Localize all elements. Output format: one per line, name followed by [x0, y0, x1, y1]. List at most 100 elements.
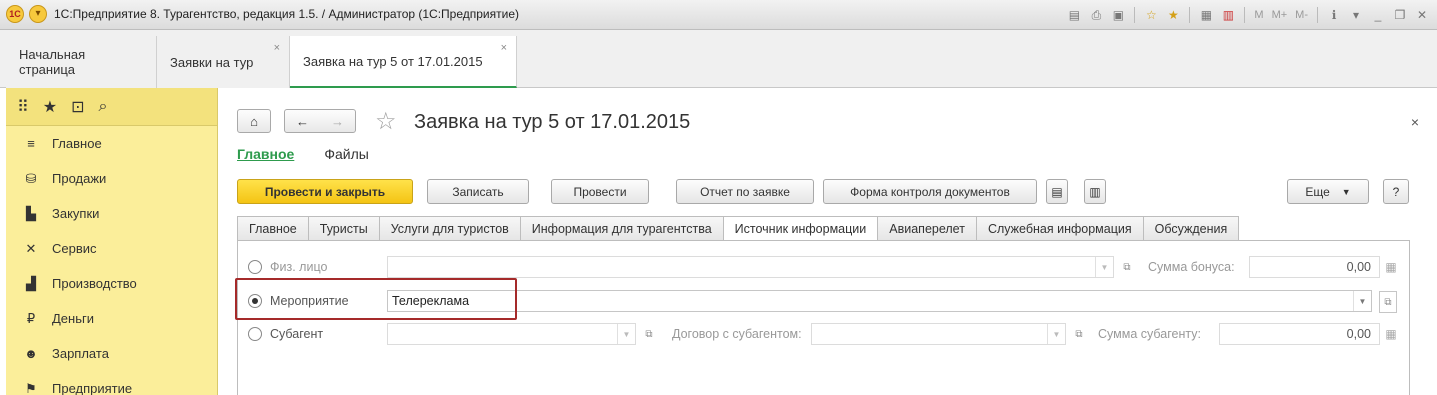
add-favorite-icon[interactable]: ☆ — [1142, 6, 1160, 24]
bonus-label: Сумма бонуса: — [1148, 260, 1235, 274]
save-icon[interactable]: ▤ — [1065, 6, 1083, 24]
chevron-down-icon[interactable]: ▼ — [1095, 257, 1113, 277]
tab-discussions[interactable]: Обсуждения — [1142, 216, 1240, 241]
sidebar-item-service[interactable]: ✕ Сервис — [6, 231, 217, 266]
ruble-coin-icon: ₽ — [26, 310, 36, 326]
close-tab-icon[interactable]: × — [274, 42, 280, 54]
tab-tour-request-5[interactable]: Заявка на тур 5 от 17.01.2015 × — [290, 36, 517, 88]
tab-label: Заявки на тур — [170, 54, 254, 70]
subagent-radio[interactable] — [248, 327, 262, 341]
form-subsections: Главное Файлы — [237, 146, 369, 162]
individual-radio[interactable] — [248, 260, 262, 274]
sidebar-item-sales[interactable]: ⛁ Продажи — [6, 161, 217, 196]
favorites-star-icon[interactable]: ★ — [43, 97, 57, 117]
preview-icon[interactable]: ▣ — [1109, 6, 1127, 24]
favorites-icon[interactable]: ★ — [1164, 6, 1182, 24]
search-icon[interactable]: ⌕ — [98, 98, 107, 116]
document-list-icon[interactable]: ▤ — [1046, 179, 1068, 204]
minimize-icon[interactable]: _ — [1369, 6, 1387, 24]
event-field[interactable]: Телереклама ▼ — [387, 290, 1372, 312]
chevron-down-icon[interactable]: ▼ — [1047, 324, 1065, 344]
contract-field[interactable]: ▼ — [811, 323, 1066, 345]
calculator-icon[interactable]: ▦ — [1383, 324, 1399, 344]
subagent-sum-value: 0,00 — [1346, 327, 1371, 341]
request-report-button[interactable]: Отчет по заявке — [676, 179, 814, 204]
subagent-sum-field[interactable]: 0,00 — [1219, 323, 1380, 345]
tab-service-info[interactable]: Служебная информация — [975, 216, 1143, 241]
tab-services[interactable]: Услуги для туристов — [378, 216, 520, 241]
more-button-label: Еще — [1305, 184, 1330, 199]
back-arrow-icon[interactable]: ← — [296, 114, 309, 129]
more-button[interactable]: Еще ▼ — [1287, 179, 1369, 204]
factory-icon: ▟ — [26, 275, 36, 291]
tab-tour-requests[interactable]: Заявки на тур × — [157, 36, 290, 88]
tab-main[interactable]: Главное — [237, 216, 308, 241]
history-nav-buttons: ← → — [284, 109, 356, 133]
close-tab-icon[interactable]: × — [501, 42, 507, 54]
sections-toolbar: ⠿ ★ ⊡ ⌕ — [6, 88, 217, 126]
separator — [1189, 7, 1191, 23]
restore-icon[interactable]: ❐ — [1391, 6, 1409, 24]
sidebar-item-label: Производство — [52, 276, 137, 291]
sidebar-item-money[interactable]: ₽ Деньги — [6, 301, 217, 336]
separator — [1244, 7, 1246, 23]
add-to-favorites-star-icon[interactable]: ☆ — [375, 107, 397, 136]
main-menu-chevron-icon[interactable]: ▾ — [29, 5, 47, 23]
home-button[interactable]: ⌂ — [237, 109, 271, 133]
sidebar-item-purchases[interactable]: ▙ Закупки — [6, 196, 217, 231]
chevron-down-icon: ▼ — [1341, 186, 1351, 197]
open-icon[interactable]: ⧉ — [1070, 324, 1088, 344]
history-icon[interactable]: ⊡ — [71, 97, 84, 117]
sidebar-item-production[interactable]: ▟ Производство — [6, 266, 217, 301]
open-icon[interactable]: ⧉ — [1118, 257, 1136, 277]
post-button[interactable]: Провести — [551, 179, 649, 204]
open-icon[interactable]: ⧉ — [1379, 291, 1397, 313]
tab-label: Начальная страница — [19, 47, 86, 77]
sidebar-item-main[interactable]: ≡ Главное — [6, 126, 217, 161]
tab-tourists[interactable]: Туристы — [307, 216, 379, 241]
chevron-down-icon[interactable]: ▼ — [617, 324, 635, 344]
sidebar-item-salary[interactable]: ☻ Зарплата — [6, 336, 217, 371]
document-form: ⌂ ← → ☆ Заявка на тур 5 от 17.01.2015 × … — [218, 88, 1437, 395]
forward-arrow-icon[interactable]: → — [331, 114, 344, 129]
info-icon[interactable]: ℹ — [1325, 6, 1343, 24]
sidebar-item-label: Зарплата — [52, 346, 109, 361]
subagent-field[interactable]: ▼ — [387, 323, 636, 345]
sidebar-item-label: Сервис — [52, 241, 97, 256]
cart-icon: ▙ — [26, 205, 36, 221]
subsection-files[interactable]: Файлы — [324, 146, 368, 162]
sections-panel: ⠿ ★ ⊡ ⌕ ≡ Главное ⛁ Продажи ▙ Закупки ✕ Серв… — [6, 88, 218, 395]
title-toolbar: ▤ ⎙ ▣ ☆ ★ ▦ ▥ M M+ M- ℹ ▾ _ ❐ ✕ — [1065, 5, 1431, 25]
subsection-main[interactable]: Главное — [237, 146, 294, 162]
calendar-icon[interactable]: ▥ — [1219, 6, 1237, 24]
tab-flight[interactable]: Авиаперелет — [877, 216, 976, 241]
memory-m-button[interactable]: M — [1252, 6, 1265, 24]
sidebar-item-enterprise[interactable]: ⚑ Предприятие — [6, 371, 217, 395]
open-icon[interactable]: ⧉ — [640, 324, 658, 344]
tools-icon: ✕ — [25, 240, 37, 256]
tab-agency-info[interactable]: Информация для турагентства — [519, 216, 723, 241]
calculator-icon[interactable]: ▦ — [1197, 6, 1215, 24]
help-button[interactable]: ? — [1383, 179, 1409, 204]
calculator-icon[interactable]: ▦ — [1383, 257, 1399, 277]
tab-info-source[interactable]: Источник информации — [722, 216, 878, 241]
save-button[interactable]: Записать — [427, 179, 529, 204]
separator — [1317, 7, 1318, 23]
individual-field[interactable]: ▼ — [387, 256, 1114, 278]
bonus-field[interactable]: 0,00 — [1249, 256, 1380, 278]
close-form-icon[interactable]: × — [1411, 114, 1419, 130]
document-control-form-button[interactable]: Форма контроля документов — [823, 179, 1037, 204]
tab-label: Заявка на тур 5 от 17.01.2015 — [303, 53, 483, 69]
post-and-close-button[interactable]: Провести и закрыть — [237, 179, 413, 204]
close-window-icon[interactable]: ✕ — [1413, 6, 1431, 24]
dropdown-icon[interactable]: ▾ — [1347, 6, 1365, 24]
tab-home-page[interactable]: Начальная страница — [6, 36, 157, 88]
chevron-down-icon[interactable]: ▼ — [1353, 291, 1371, 311]
memory-m-minus-button[interactable]: M- — [1293, 6, 1310, 24]
page-title: Заявка на тур 5 от 17.01.2015 — [414, 111, 691, 133]
window-title-bar: 1С ▾ 1С:Предприятие 8. Турагентство, ред… — [0, 0, 1437, 30]
document-structure-icon[interactable]: ▥ — [1084, 179, 1106, 204]
print-icon[interactable]: ⎙ — [1087, 6, 1105, 24]
memory-m-plus-button[interactable]: M+ — [1270, 6, 1290, 24]
apps-grid-icon[interactable]: ⠿ — [17, 97, 29, 117]
